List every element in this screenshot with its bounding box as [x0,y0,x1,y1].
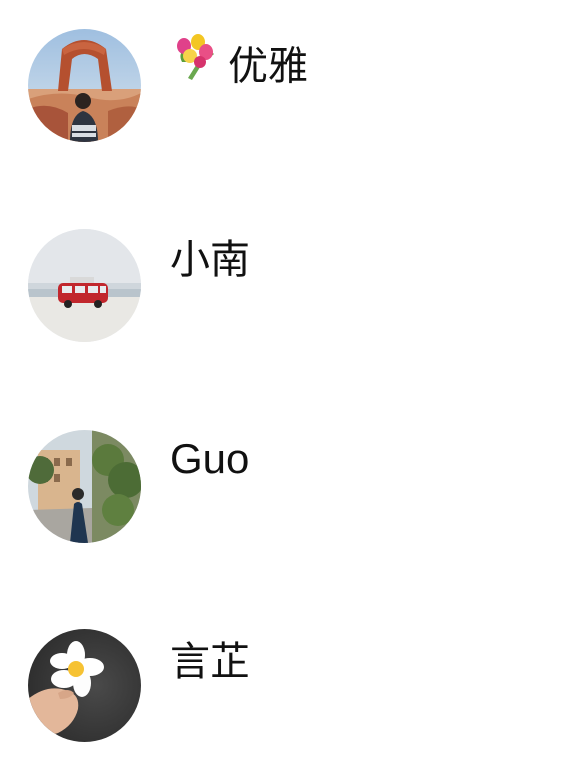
bouquet-icon [170,32,220,93]
contact-name: Guo [170,435,250,482]
contact-row[interactable]: 言芷 [0,588,586,776]
contact-row[interactable]: Guo [0,387,586,588]
contact-list: 优雅 小南 Guo 言芷 [0,0,586,776]
contact-name: 优雅 [170,34,308,97]
avatar[interactable] [28,29,141,142]
contact-row[interactable]: 小南 [0,186,586,387]
red-van-on-beach-photo [28,229,141,342]
avatar[interactable] [28,430,141,543]
hand-holding-flower-photo [28,629,141,742]
contact-row[interactable]: 优雅 [0,0,586,186]
contact-name-text: 优雅 [228,43,308,90]
avatar[interactable] [28,629,141,742]
contact-name: 言芷 [170,639,250,685]
contact-name: 小南 [170,237,250,283]
street-with-person-photo [28,430,141,543]
red-rock-arch-photo [28,29,141,142]
avatar[interactable] [28,229,141,342]
